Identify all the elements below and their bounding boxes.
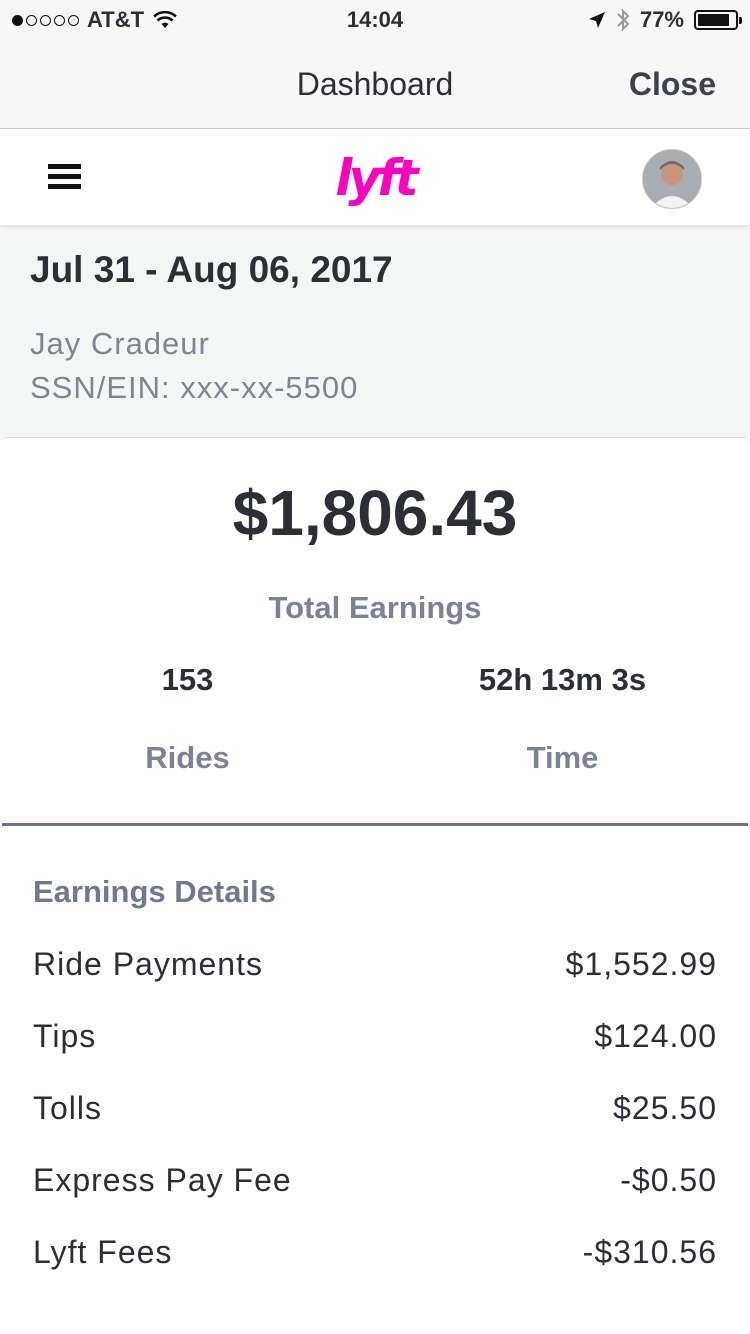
detail-label: Tips xyxy=(33,1018,97,1054)
user-avatar[interactable] xyxy=(642,149,702,209)
detail-row-ride-payments: Ride Payments $1,552.99 xyxy=(33,946,717,986)
battery-percent: 77% xyxy=(639,7,684,32)
total-earnings-label: Total Earnings xyxy=(268,590,482,625)
detail-label: Express Pay Fee xyxy=(33,1162,292,1198)
detail-row-tolls: Tolls $25.50 xyxy=(33,1090,717,1130)
detail-label: Lyft Fees xyxy=(33,1234,173,1270)
status-bar: AT&T 14:04 77% xyxy=(0,0,750,40)
detail-value: $124.00 xyxy=(594,1018,717,1054)
battery-fill xyxy=(698,14,729,26)
avatar-image xyxy=(643,150,701,208)
date-range: Jul 31 - Aug 06, 2017 xyxy=(30,249,393,290)
time-online-value: 52h 13m 3s xyxy=(478,662,647,697)
total-earnings-amount: $1,806.43 xyxy=(232,477,518,549)
earnings-details-section: Earnings Details Ride Payments $1,552.99… xyxy=(0,826,750,1334)
detail-value: -$310.56 xyxy=(582,1234,717,1270)
lyft-logo: lyft xyxy=(335,149,418,207)
rides-count: 153 xyxy=(161,662,214,697)
rides-label: Rides xyxy=(145,740,230,775)
detail-row-tips: Tips $124.00 xyxy=(33,1018,717,1058)
detail-value: $25.50 xyxy=(613,1090,717,1126)
app-header: lyft xyxy=(0,129,750,225)
location-arrow-icon xyxy=(588,12,605,28)
earnings-summary-card: $1,806.43 Total Earnings 153 52h 13m 3s … xyxy=(0,437,750,826)
detail-row-lyft-fees: Lyft Fees -$310.56 xyxy=(33,1234,717,1274)
driver-ssn: SSN/EIN: xxx-xx-5500 xyxy=(30,370,359,405)
pay-period-section: Jul 31 - Aug 06, 2017 Jay Cradeur SSN/EI… xyxy=(0,225,750,437)
detail-value: $1,552.99 xyxy=(565,946,717,982)
battery-icon xyxy=(694,10,742,30)
navigation-bar: Dashboard Close xyxy=(0,40,750,129)
time-label: Time xyxy=(526,740,599,775)
close-button[interactable]: Close xyxy=(629,66,716,103)
bluetooth-icon xyxy=(617,8,630,32)
detail-value: -$0.50 xyxy=(620,1162,717,1198)
detail-label: Tolls xyxy=(33,1090,103,1126)
detail-label: Ride Payments xyxy=(33,946,263,982)
driver-name: Jay Cradeur xyxy=(30,326,210,361)
earnings-details-title: Earnings Details xyxy=(33,874,276,909)
detail-row-express-pay-fee: Express Pay Fee -$0.50 xyxy=(33,1162,717,1202)
status-right: 77% xyxy=(588,7,742,33)
